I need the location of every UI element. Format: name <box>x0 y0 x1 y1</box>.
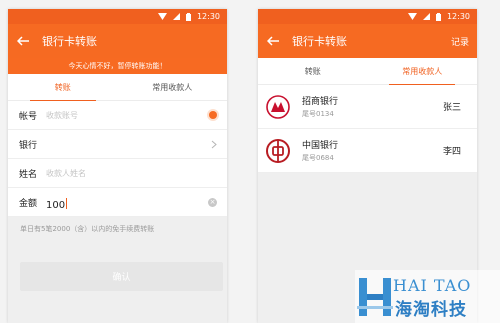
bank-label: 银行 <box>19 140 38 151</box>
amount-row: 金额 100 × <box>8 188 227 217</box>
payee-name: 李四 <box>442 147 461 157</box>
tab-frequent-payees[interactable]: 常用收款人 <box>368 58 478 85</box>
signal-icon <box>172 13 180 20</box>
boc-bank-logo-icon <box>266 138 290 163</box>
back-arrow-icon <box>267 36 279 46</box>
battery-icon <box>185 12 191 21</box>
haitao-logo-icon <box>357 278 393 316</box>
notice-banner: 今天心情不好，暂停转账功能！ <box>8 58 227 74</box>
tab-transfer[interactable]: 转账 <box>8 74 118 101</box>
wifi-icon <box>157 13 167 20</box>
payee-bank: 招商银行 <box>302 97 339 107</box>
tab-transfer[interactable]: 转账 <box>258 58 368 84</box>
records-button[interactable]: 记录 <box>451 35 469 48</box>
status-time: 12:30 <box>196 12 220 21</box>
watermark-cn: 海淘科技 <box>395 300 467 320</box>
battery-icon <box>435 12 441 21</box>
payee-bank: 中国银行 <box>302 141 339 151</box>
list-item[interactable]: 中国银行 尾号0684 李四 <box>258 129 477 173</box>
amount-value: 100 <box>46 199 66 211</box>
account-input[interactable] <box>46 110 186 120</box>
signal-icon <box>422 13 430 20</box>
account-label: 帐号 <box>19 111 38 122</box>
back-button[interactable] <box>8 36 38 46</box>
tab-bar: 转账 常用收款人 <box>258 58 477 85</box>
payee-tail: 尾号0684 <box>302 154 334 162</box>
list-item[interactable]: 招商银行 尾号0134 张三 <box>258 85 477 129</box>
transfer-form: 帐号 银行 姓名 金额 100 × <box>8 101 227 217</box>
back-arrow-icon <box>17 36 29 46</box>
status-bar: 12:30 <box>8 9 227 24</box>
amount-input[interactable]: 100 <box>46 193 68 212</box>
app-bar: 银行卡转账 <box>8 24 227 58</box>
chevron-right-icon <box>211 140 217 148</box>
watermark: HAI TAO 海淘科技 <box>355 270 500 323</box>
name-label: 姓名 <box>19 169 38 180</box>
payee-list: 招商银行 尾号0134 张三 中国银行 尾号0684 李四 <box>258 85 477 173</box>
account-row: 帐号 <box>8 101 227 130</box>
page-title: 银行卡转账 <box>42 35 97 48</box>
name-input[interactable] <box>46 168 186 178</box>
name-row: 姓名 <box>8 159 227 188</box>
back-button[interactable] <box>258 36 288 46</box>
wifi-icon <box>407 13 417 20</box>
touch-indicator-icon <box>209 111 217 119</box>
cmb-bank-logo-icon <box>266 94 290 119</box>
text-caret <box>66 197 68 209</box>
watermark-en: HAI TAO <box>393 276 472 295</box>
app-bar: 银行卡转账 记录 <box>258 24 477 58</box>
tab-frequent-payees[interactable]: 常用收款人 <box>118 74 228 100</box>
payee-tail: 尾号0134 <box>302 110 334 118</box>
tab-bar: 转账 常用收款人 <box>8 74 227 101</box>
page-title: 银行卡转账 <box>292 35 347 48</box>
payee-name: 张三 <box>442 103 461 113</box>
clear-icon[interactable]: × <box>208 197 217 207</box>
confirm-button[interactable]: 确认 <box>20 262 223 291</box>
transfer-screen: 12:30 银行卡转账 今天心情不好，暂停转账功能！ 转账 常用收款人 帐号 银… <box>8 9 227 323</box>
status-bar: 12:30 <box>258 9 477 24</box>
fee-hint: 单日有5笔2000（含）以内的免手续费转账 <box>20 225 155 233</box>
status-time: 12:30 <box>446 12 470 21</box>
bank-row[interactable]: 银行 <box>8 130 227 159</box>
amount-label: 金额 <box>19 198 38 209</box>
